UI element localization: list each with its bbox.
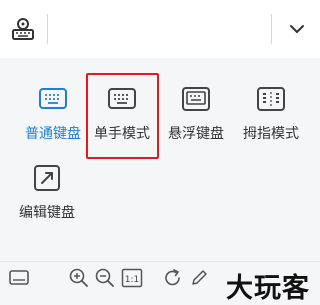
- rotate-icon[interactable]: [162, 267, 184, 289]
- mode-label: 拇指模式: [243, 126, 299, 142]
- separator: [47, 14, 48, 44]
- thumb-keyboard-icon: [256, 85, 286, 113]
- mode-label: 悬浮键盘: [168, 126, 224, 142]
- edit-keyboard-icon: [32, 164, 62, 192]
- mode-edit-keyboard[interactable]: 编辑键盘: [7, 164, 87, 244]
- keyboard-mode-panel: 普通键盘 单手模式 悬浮键盘 拇指模式 编辑键盘: [0, 58, 320, 261]
- mode-normal-keyboard[interactable]: 普通键盘: [13, 85, 93, 165]
- watermark: 大玩客: [226, 273, 310, 304]
- svg-text:1:1: 1:1: [125, 275, 139, 285]
- keyboard-settings-icon[interactable]: [10, 16, 36, 42]
- floating-keyboard-icon: [181, 85, 211, 113]
- keyboard-icon: [38, 85, 68, 113]
- mode-label: 普通键盘: [25, 126, 81, 142]
- mode-floating-keyboard[interactable]: 悬浮键盘: [156, 85, 236, 165]
- zoom-out-icon[interactable]: [94, 267, 116, 289]
- zoom-in-icon[interactable]: [68, 267, 90, 289]
- highlight-box: [86, 73, 159, 159]
- mode-label: 编辑键盘: [19, 205, 75, 221]
- chevron-down-icon[interactable]: [286, 18, 308, 40]
- keyboard-icon[interactable]: [8, 267, 30, 289]
- top-bar: [0, 0, 320, 59]
- separator: [271, 14, 272, 44]
- mode-thumb[interactable]: 拇指模式: [231, 85, 311, 165]
- pencil-icon[interactable]: [188, 267, 210, 289]
- actual-size-icon[interactable]: 1:1: [121, 267, 143, 289]
